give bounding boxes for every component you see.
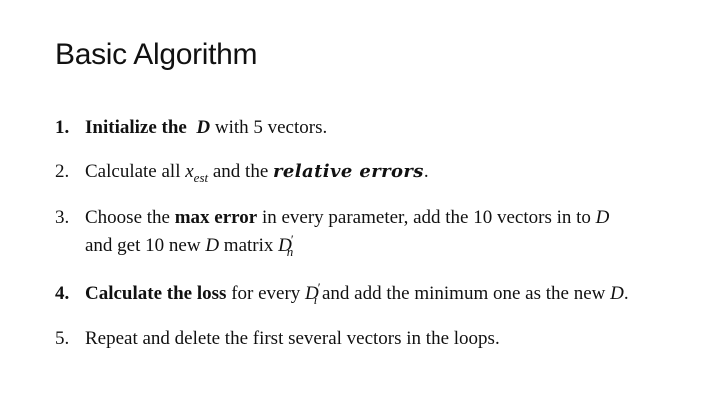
item4-text-a: Calculate the loss	[85, 283, 227, 304]
item-text: Initialize the D with 5 vectors.	[85, 116, 327, 140]
item1-text-a: Initialize the	[85, 117, 187, 138]
item2-text-d: .	[423, 161, 429, 182]
item2-relative-errors: relative errors	[273, 161, 424, 182]
item2-var-x: x	[185, 161, 194, 182]
item-text: Repeat and delete the first several vect…	[85, 327, 500, 351]
item2-var-x-subscript: est	[193, 170, 209, 185]
item-number: 4.	[55, 283, 70, 304]
item3-text-c: in every parameter, add the 10 vectors i…	[261, 207, 591, 228]
item1-var-d: D	[196, 117, 211, 138]
slide-title: Basic Algorithm	[55, 38, 258, 71]
item2-text-a: Calculate all	[85, 161, 181, 182]
item4-text-b: for every	[231, 283, 301, 304]
list-item-4: 4. Calculate the loss for every D ′i and a…	[55, 280, 629, 307]
list-item-5: 5. Repeat and delete the first several ve…	[55, 327, 500, 351]
item-number: 2.	[55, 161, 70, 182]
item1-text-c: with 5 vectors.	[214, 117, 328, 138]
list-item-2: 2. Calculate all xest and the relative er…	[55, 160, 429, 185]
item3-text-a: Choose the	[85, 207, 170, 228]
list-item-1: 1. Initialize the D with 5 vectors.	[55, 116, 327, 140]
item4-var-d: D	[610, 283, 624, 304]
item3-var-d2: D	[205, 235, 220, 256]
item3-var-d: D	[595, 207, 610, 228]
item4-text-d: and add the minimum one as the new	[322, 283, 606, 304]
item-number: 1.	[55, 117, 70, 138]
item3-max-error: max error	[174, 207, 258, 228]
item3-text-e: and get 10 new	[85, 235, 201, 256]
item3-var-dn-subscript: n	[286, 244, 294, 259]
item3-line2: and get 10 new D matrix D′n	[85, 232, 609, 259]
list-item-3: 3. Choose the max error in every paramete…	[55, 206, 609, 259]
item-number: 5.	[55, 328, 70, 349]
item5-text-a: Repeat and delete the first several vect…	[85, 328, 500, 349]
item4-var-di-prime: ′	[317, 280, 321, 295]
item-text: Choose the max error in every parameter,…	[85, 206, 609, 259]
item-number: 3.	[55, 207, 70, 228]
item-text: Calculate all xest and the relative erro…	[85, 160, 429, 185]
item4-text-f: .	[623, 283, 629, 304]
slide: Basic Algorithm 1. Initialize the D with …	[0, 0, 720, 405]
item3-text-g: matrix	[223, 235, 274, 256]
item2-text-b: and the	[212, 161, 269, 182]
item4-var-di-subscript: i	[313, 292, 318, 307]
item-text: Calculate the loss for every D ′i and add…	[85, 280, 629, 307]
